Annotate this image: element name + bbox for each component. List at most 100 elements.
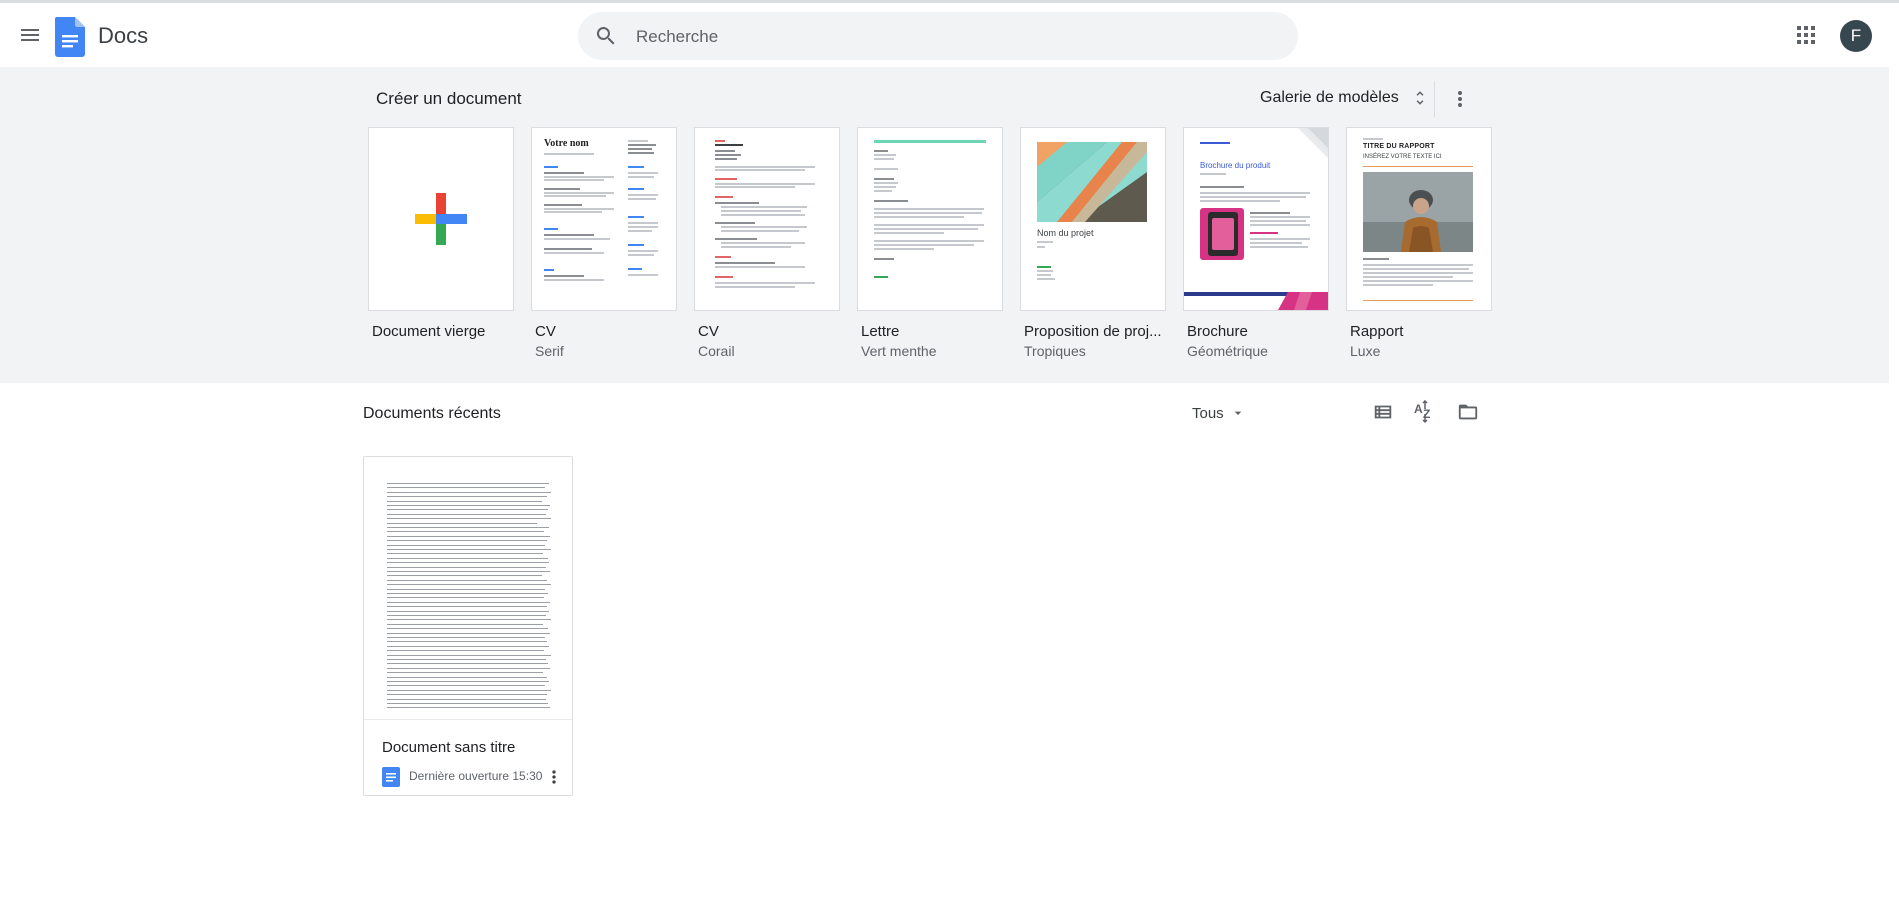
thumbnail-text-line <box>387 571 550 572</box>
template-name: CV <box>535 323 556 340</box>
thumbnail-text-line <box>387 544 545 546</box>
template-cv-serif[interactable]: Votre nom CV Serif <box>531 127 679 359</box>
dropdown-arrow-icon <box>1234 411 1242 415</box>
list-view-button[interactable] <box>1363 392 1403 432</box>
account-avatar[interactable]: F <box>1840 20 1872 52</box>
plus-icon <box>415 193 467 245</box>
thumbnail-text-line <box>387 689 551 691</box>
menu-icon <box>21 29 39 41</box>
template-blank[interactable]: Document vierge <box>368 127 516 340</box>
thumb-title: Brochure du produit <box>1200 161 1271 170</box>
document-name: Document sans titre <box>382 739 516 756</box>
thumbnail-text-line <box>387 632 550 634</box>
docs-logo-icon[interactable] <box>55 17 85 62</box>
thumbnail-text-line <box>387 685 545 687</box>
list-view-icon <box>1374 405 1392 419</box>
template-brochure[interactable]: Brochure du produit Brochure Géométrique <box>1183 127 1331 359</box>
thumbnail-text-line <box>387 540 547 542</box>
template-name: Document vierge <box>372 323 486 340</box>
thumbnail-text-line <box>387 527 549 528</box>
template-subtitle: Vert menthe <box>861 343 937 359</box>
document-last-opened: Dernière ouverture 15:30 <box>409 769 543 783</box>
thumbnail-text-line <box>387 641 547 643</box>
template-thumbnail: Votre nom <box>531 127 677 311</box>
divider <box>1434 81 1435 117</box>
thumbnail-text-line <box>387 496 547 498</box>
more-vert-icon <box>1458 91 1462 107</box>
recent-document-card[interactable]: Document sans titre Dernière ouverture 1… <box>363 456 573 796</box>
template-letter-mint[interactable]: Lettre Vert menthe <box>857 127 1005 359</box>
document-info: Document sans titre Dernière ouverture 1… <box>364 720 572 795</box>
thumbnail-text-line <box>387 575 542 577</box>
template-subtitle: Tropiques <box>1024 343 1086 359</box>
thumbnail-text-line <box>387 601 550 603</box>
thumbnail-text-line <box>387 619 551 621</box>
template-name: CV <box>698 323 719 340</box>
template-name: Brochure <box>1187 323 1248 340</box>
thumbnail-text-line <box>387 535 550 537</box>
report-photo <box>1363 172 1473 252</box>
thumbnail-text-line <box>387 487 545 489</box>
thumbnail-text-line <box>387 610 549 612</box>
template-subtitle: Luxe <box>1350 343 1381 359</box>
main-menu-button[interactable] <box>8 13 52 57</box>
thumbnail-text-line <box>387 584 551 586</box>
thumbnail-text-line <box>387 553 543 555</box>
thumbnail-text-line <box>387 557 548 559</box>
template-gallery-button[interactable]: Galerie de modèles <box>1254 80 1435 116</box>
template-project-proposal[interactable]: Nom du projet Proposition de proj... Tro… <box>1020 127 1168 359</box>
template-report-luxe[interactable]: TITRE DU RAPPORT INSÉREZ VOTRE TEXTE ICI… <box>1346 127 1494 359</box>
search-input[interactable] <box>634 12 1258 62</box>
owner-filter-dropdown[interactable]: Tous <box>1186 397 1252 429</box>
thumbnail-text-line <box>387 491 551 493</box>
geometric-corner-graphic <box>1298 128 1328 158</box>
thumbnail-text-line <box>387 597 544 599</box>
template-thumbnail: Nom du projet <box>1020 127 1166 311</box>
owner-filter-label: Tous <box>1192 404 1224 422</box>
app-title[interactable]: Docs <box>98 23 148 49</box>
thumbnail-text-line <box>387 606 547 608</box>
thumbnail-text-line <box>387 645 549 647</box>
open-file-picker-button[interactable] <box>1448 392 1488 432</box>
template-name: Lettre <box>861 323 900 340</box>
recent-documents-heading: Documents récents <box>363 405 501 422</box>
document-more-button[interactable] <box>544 764 564 790</box>
thumbnail-text-line <box>387 593 548 594</box>
template-subtitle: Corail <box>698 343 735 359</box>
thumbnail-text-line <box>387 659 546 660</box>
template-cv-coral[interactable]: CV Corail <box>694 127 842 359</box>
sort-button[interactable]: A Z <box>1405 392 1445 432</box>
thumbnail-text-line <box>387 505 550 506</box>
thumbnail-text-line <box>387 637 545 638</box>
template-gallery-label: Galerie de modèles <box>1260 89 1399 106</box>
thumbnail-text-line <box>387 676 547 678</box>
templates-heading: Créer un document <box>376 89 522 108</box>
thumb-title: TITRE DU RAPPORT <box>1363 143 1435 150</box>
thumbnail-text-line <box>387 703 548 704</box>
thumbnail-text-line <box>387 518 551 520</box>
folder-icon <box>1458 404 1478 420</box>
thumbnail-text-line <box>387 522 537 524</box>
unfold-icon <box>1416 91 1424 105</box>
thumbnail-text-line <box>387 549 551 550</box>
template-subtitle: Géométrique <box>1187 343 1268 359</box>
svg-text:Z: Z <box>1423 407 1430 421</box>
google-apps-button[interactable] <box>1786 15 1826 55</box>
search-icon[interactable] <box>594 24 618 48</box>
thumbnail-text-line <box>387 654 551 656</box>
thumbnail-text-line <box>387 588 545 590</box>
template-subtitle: Serif <box>535 343 564 359</box>
geometric-bottom-graphic <box>1278 292 1328 310</box>
apps-grid-icon <box>1797 26 1815 44</box>
template-thumbnail <box>857 127 1003 311</box>
thumbnail-text-line <box>387 667 550 669</box>
thumbnail-text-line <box>387 531 544 533</box>
thumbnail-text-line <box>387 579 547 581</box>
thumbnail-text-line <box>387 628 548 630</box>
thumbnail-text-line <box>387 566 546 568</box>
search-bar[interactable] <box>578 12 1298 62</box>
templates-more-button[interactable] <box>1442 81 1478 117</box>
thumb-subtitle: INSÉREZ VOTRE TEXTE ICI <box>1363 154 1442 160</box>
template-thumbnail: Brochure du produit <box>1183 127 1329 311</box>
template-thumbnail <box>368 127 514 311</box>
